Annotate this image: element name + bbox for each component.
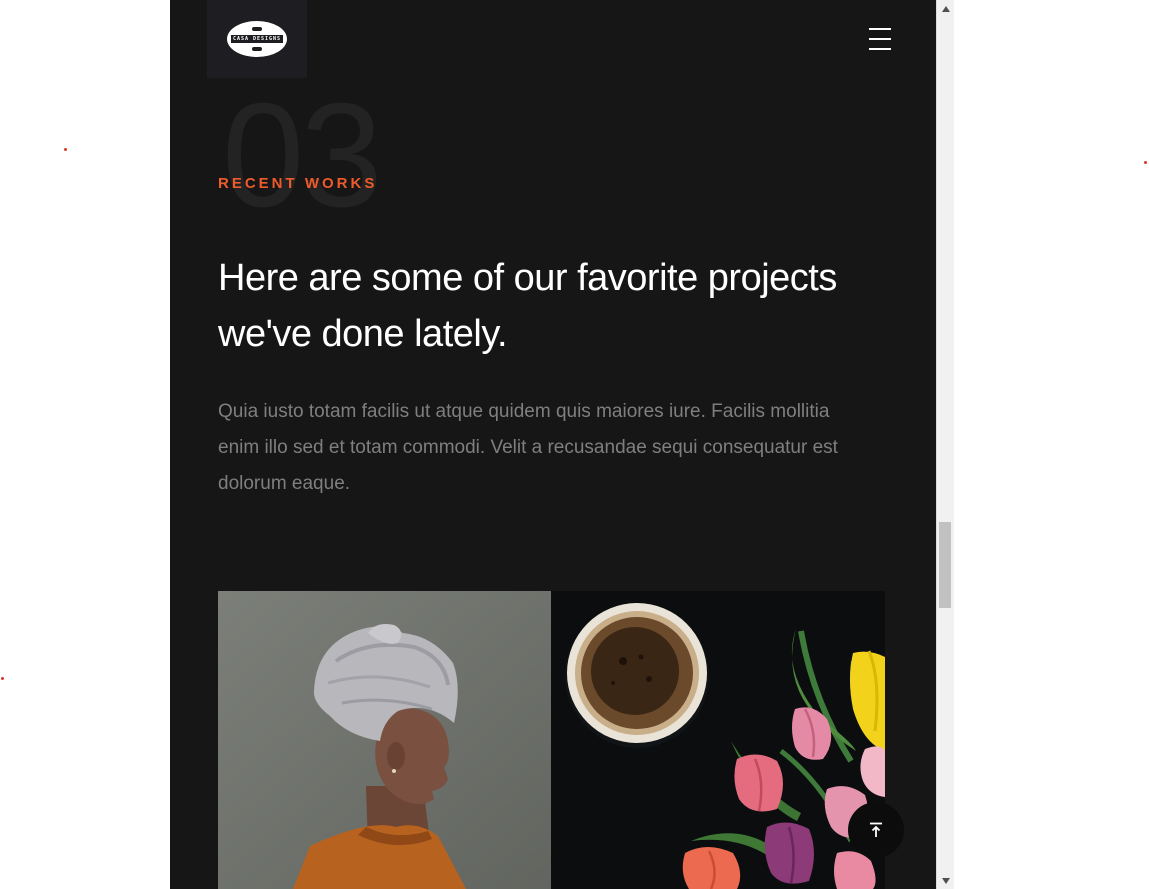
scroll-up-arrow[interactable] (937, 0, 954, 17)
triangle-down-icon (941, 877, 950, 884)
logo-badge-icon: CASA DESIGNS (227, 21, 287, 57)
section-number: 03 (222, 73, 383, 238)
decorative-dot (1, 677, 4, 680)
triangle-up-icon (941, 5, 950, 12)
hamburger-menu-icon (869, 48, 891, 50)
section-eyebrow: RECENT WORKS (218, 175, 378, 192)
scroll-down-arrow[interactable] (937, 872, 954, 889)
menu-button[interactable] (860, 28, 900, 50)
gallery-item-portrait[interactable] (218, 591, 551, 889)
decorative-dot (64, 148, 67, 151)
logo-text: CASA DESIGNS (230, 35, 284, 43)
hamburger-menu-icon (869, 28, 891, 30)
site-logo[interactable]: CASA DESIGNS (207, 0, 307, 78)
section-headline: Here are some of our favorite projects w… (218, 257, 837, 355)
gallery-item-coffee-tulips[interactable] (551, 591, 885, 889)
coffee-and-tulips-image (551, 591, 885, 889)
vertical-scrollbar[interactable] (936, 0, 954, 889)
section-description: Quia iusto totam facilis ut atque quidem… (218, 401, 838, 494)
portrait-woman-headwrap-image (218, 591, 551, 889)
scrollbar-thumb[interactable] (939, 522, 951, 608)
works-gallery (218, 591, 885, 889)
hamburger-menu-icon (869, 38, 891, 40)
page-viewport: CASA DESIGNS 03 RECENT WORKS Here are so… (170, 0, 936, 889)
decorative-dot (1144, 161, 1147, 164)
arrow-up-to-line-icon (870, 822, 882, 837)
back-to-top-button[interactable] (848, 802, 904, 858)
